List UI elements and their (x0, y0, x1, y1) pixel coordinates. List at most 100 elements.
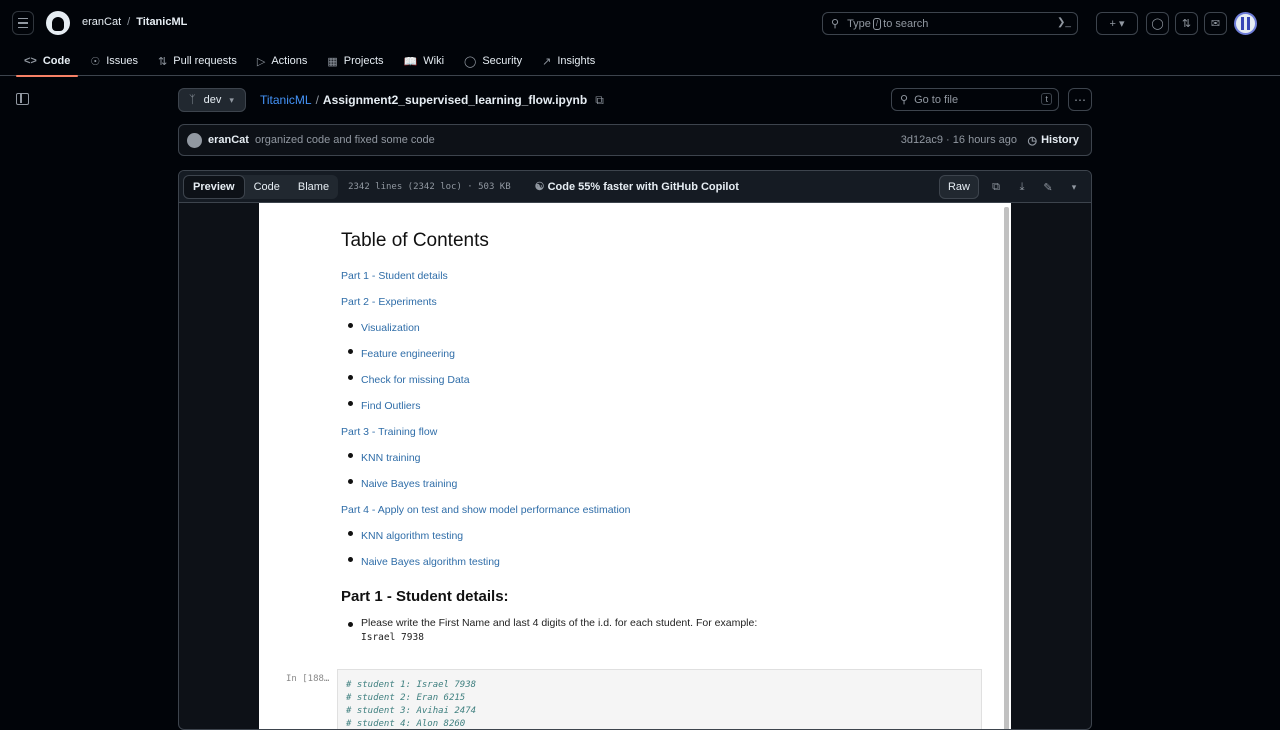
user-avatar[interactable] (1234, 12, 1257, 35)
toc-link[interactable]: Feature engineering (361, 348, 455, 360)
copilot-icon: ☯ (534, 181, 545, 193)
file-breadcrumb: TitanicML / Assignment2_supervised_learn… (260, 93, 604, 108)
copy-icon[interactable]: ⧉ (987, 181, 1005, 194)
repo-root-link[interactable]: TitanicML (260, 93, 312, 108)
commit-author[interactable]: eranCat (208, 134, 249, 146)
edit-pencil-icon[interactable]: ✎ (1039, 181, 1057, 194)
part1-example: Israel 7938 (361, 632, 424, 643)
chevron-down-icon: ▾ (229, 94, 234, 105)
toc-link[interactable]: Part 4 - Apply on test and show model pe… (341, 504, 630, 516)
file-viewer: Preview Code Blame 2342 lines (2342 loc)… (178, 170, 1092, 730)
go-to-file-input[interactable]: ⚲ Go to file t (891, 88, 1059, 111)
part1-heading: Part 1 - Student details: (341, 588, 509, 605)
pull-requests-icon[interactable]: ⇅ (1175, 12, 1198, 35)
issues-icon[interactable]: ◯ (1146, 12, 1169, 35)
toc-link[interactable]: Part 2 - Experiments (341, 296, 437, 308)
tab-label: Insights (557, 55, 596, 67)
toc-item: Part 4 - Apply on test and show model pe… (341, 500, 971, 516)
tab-label: Security (482, 55, 523, 67)
command-palette-icon[interactable]: ❯_ (1057, 17, 1071, 28)
github-logo-icon[interactable] (46, 11, 70, 35)
notebook-scrollbar[interactable] (1004, 207, 1009, 729)
file-toolbar: Preview Code Blame 2342 lines (2342 loc)… (179, 171, 1091, 203)
menu-icon[interactable] (12, 11, 34, 35)
plus-icon: + (1109, 17, 1116, 30)
copilot-promo[interactable]: ☯ Code 55% faster with GitHub Copilot (535, 180, 739, 193)
notebook-preview[interactable]: Table of Contents Part 1 - Student detai… (259, 203, 1011, 729)
raw-button[interactable]: Raw (938, 175, 979, 199)
repo-nav: <> Code ☉ Issues ⇅ Pull requests ▷ Actions ▦… (0, 46, 1280, 77)
tab-security[interactable]: ◯ Security (456, 46, 530, 76)
toc-link[interactable]: Visualization (361, 322, 420, 334)
breadcrumb-separator: / (127, 16, 131, 28)
branch-name: dev (203, 94, 222, 106)
toc-link[interactable]: Check for missing Data (361, 374, 470, 386)
go-to-file-placeholder: Go to file (914, 93, 959, 106)
repo-breadcrumb: eranCat / TitanicML (82, 16, 187, 28)
toc-link[interactable]: Find Outliers (361, 400, 421, 412)
pull-request-icon: ⇅ (158, 55, 168, 68)
code-line: # student 1: Israel 7938 (346, 680, 477, 690)
graph-icon: ↗ (542, 55, 552, 68)
toc-link[interactable]: Part 3 - Training flow (341, 426, 437, 438)
search-placeholder-pre: Type (847, 17, 871, 30)
toc-link[interactable]: KNN training (361, 452, 421, 464)
markdown-cell: Table of Contents Part 1 - Student detai… (341, 203, 971, 655)
search-icon: ⚲ (831, 18, 840, 30)
search-icon: ⚲ (900, 94, 909, 106)
branch-selector[interactable]: ᛉ dev ▾ (178, 88, 246, 112)
tab-code[interactable]: <> Code (16, 46, 79, 77)
repo-link[interactable]: TitanicML (136, 16, 187, 28)
tab-insights[interactable]: ↗ Insights (534, 46, 603, 76)
tab-label: Pull requests (173, 55, 237, 67)
toc-item: Part 1 - Student details (341, 266, 971, 282)
code-icon: <> (24, 55, 37, 67)
history-label: History (1041, 134, 1079, 146)
tab-issues[interactable]: ☉ Issues (82, 46, 146, 76)
file-name: Assignment2_supervised_learning_flow.ipy… (322, 93, 588, 107)
tab-label: Projects (343, 55, 384, 67)
file-info: 2342 lines (2342 loc) · 503 KB (348, 181, 511, 192)
latest-commit-bar: eranCat organized code and fixed some co… (178, 124, 1092, 156)
chevron-down-icon[interactable]: ▾ (1065, 182, 1083, 193)
go-to-file-shortcut: t (1041, 93, 1052, 105)
tab-actions[interactable]: ▷ Actions (249, 46, 316, 76)
tab-wiki[interactable]: 📖 Wiki (396, 46, 452, 76)
more-options-icon[interactable]: ⋯ (1068, 88, 1092, 111)
tab-preview[interactable]: Preview (183, 174, 245, 199)
play-icon: ▷ (256, 55, 266, 68)
toc-item: Part 2 - Experiments (341, 292, 971, 308)
expand-file-tree-icon[interactable] (16, 93, 29, 105)
tab-label: Code (42, 55, 71, 67)
commit-author-avatar[interactable] (187, 132, 202, 148)
tab-code-view[interactable]: Code (245, 175, 289, 199)
tab-projects[interactable]: ▦ Projects (319, 46, 391, 76)
inbox-icon[interactable]: ✉ (1204, 12, 1227, 35)
toc-link[interactable]: Naive Bayes training (361, 478, 457, 490)
toc-link[interactable]: KNN algorithm testing (361, 530, 463, 542)
create-new-button[interactable]: + ▾ (1096, 12, 1138, 35)
search-input[interactable]: ⚲ Type / to search ❯_ (822, 12, 1078, 35)
part1-note: Please write the First Name and last 4 d… (361, 617, 758, 629)
history-button[interactable]: ◷ History (1027, 134, 1079, 147)
tab-pull-requests[interactable]: ⇅ Pull requests (150, 46, 245, 76)
download-icon[interactable]: ⤓ (1013, 181, 1031, 194)
code-line: # student 4: Alon 8260 (346, 719, 466, 729)
tab-blame[interactable]: Blame (289, 175, 338, 199)
part1-list: Please write the First Name and last 4 d… (348, 617, 971, 643)
history-icon: ◷ (1027, 134, 1038, 147)
toc-sublist: Visualization Feature engineering Check … (348, 318, 971, 412)
toc-link[interactable]: Part 1 - Student details (341, 270, 448, 282)
shield-icon: ◯ (464, 55, 477, 68)
toc-link[interactable]: Naive Bayes algorithm testing (361, 556, 500, 568)
copy-path-icon[interactable]: ⧉ (595, 93, 604, 108)
tab-label: Wiki (423, 55, 445, 67)
commit-meta[interactable]: 3d12ac9 · 16 hours ago (901, 134, 1017, 146)
owner-link[interactable]: eranCat (82, 16, 121, 28)
commit-message[interactable]: organized code and fixed some code (255, 134, 435, 146)
toc-item: Part 3 - Training flow (341, 422, 971, 438)
toc-sublist: KNN training Naive Bayes training (348, 448, 971, 490)
code-cell: # student 1: Israel 7938 # student 2: Er… (337, 669, 982, 729)
path-separator: / (315, 93, 319, 107)
search-placeholder-post: to search (883, 17, 929, 30)
